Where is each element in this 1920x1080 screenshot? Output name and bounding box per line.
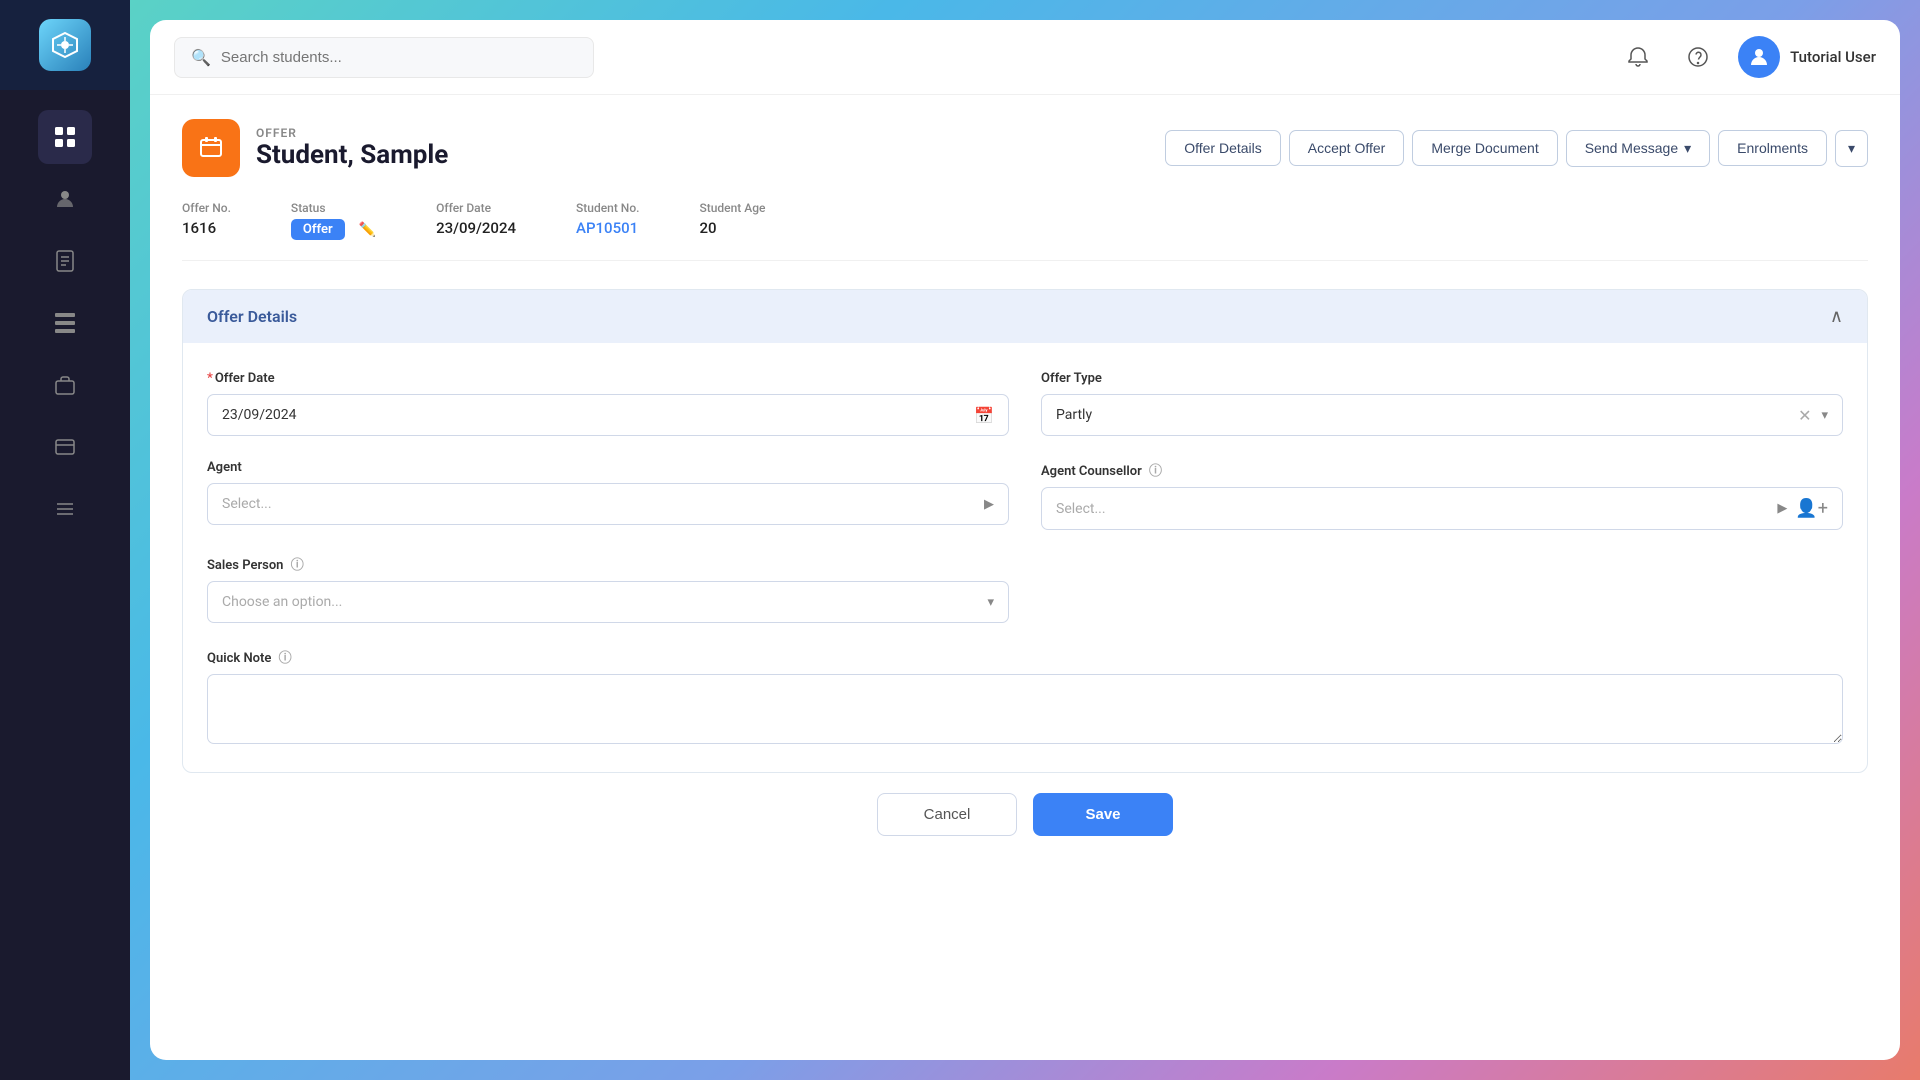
offer-date-value: 23/09/2024 [436, 219, 516, 237]
agent-counsellor-group: Agent Counsellor ⓘ Select... ▶ 👤+ [1041, 460, 1843, 530]
meta-offer-date: Offer Date 23/09/2024 [436, 201, 516, 240]
meta-status: Status Offer ✏️ [291, 201, 376, 240]
quick-note-info-icon[interactable]: ⓘ [279, 651, 292, 666]
agent-counsellor-add-icon[interactable]: 👤+ [1795, 498, 1828, 519]
offer-name: Student, Sample [256, 140, 448, 170]
meta-student-no: Student No. AP10501 [576, 201, 639, 240]
sales-person-field-label: Sales Person ⓘ [207, 554, 1009, 573]
help-button[interactable] [1678, 37, 1718, 77]
offer-meta: Offer No. 1616 Status Offer ✏️ Offer Dat… [182, 201, 1868, 261]
offer-actions: Offer Details Accept Offer Merge Documen… [1165, 130, 1868, 167]
section-body: *Offer Date 23/09/2024 📅 Offer Type Part… [183, 343, 1867, 772]
agent-counsellor-arrow-icon: ▶ [1777, 501, 1787, 516]
accept-offer-button[interactable]: Accept Offer [1289, 130, 1405, 166]
offer-no-value: 1616 [182, 219, 231, 237]
offer-header: OFFER Student, Sample Offer Details Acce… [182, 119, 1868, 177]
offer-date-field-label: *Offer Date [207, 371, 1009, 386]
agent-arrow-icon: ▶ [984, 497, 994, 512]
search-box[interactable]: 🔍 [174, 37, 594, 78]
edit-status-icon[interactable]: ✏️ [359, 222, 376, 238]
sidebar-item-reports[interactable] [38, 234, 92, 288]
avatar [1738, 36, 1780, 78]
offer-title-block: OFFER Student, Sample [182, 119, 448, 177]
offer-details-button[interactable]: Offer Details [1165, 130, 1281, 166]
offer-label: OFFER [256, 126, 448, 140]
main-wrapper: 🔍 Tutorial User [130, 0, 1920, 1080]
quick-note-field-label: Quick Note ⓘ [207, 647, 1843, 666]
more-actions-button[interactable]: ▾ [1835, 130, 1868, 167]
sales-person-group: Sales Person ⓘ Choose an option... ▾ [207, 554, 1009, 623]
sales-person-arrow-icon: ▾ [987, 595, 994, 610]
sidebar-item-grid[interactable] [38, 296, 92, 350]
cancel-button[interactable]: Cancel [877, 793, 1017, 836]
sidebar-item-briefcase[interactable] [38, 358, 92, 412]
student-age-label: Student Age [699, 201, 765, 215]
content-card: 🔍 Tutorial User [150, 20, 1900, 1060]
offer-title-text: OFFER Student, Sample [256, 126, 448, 170]
form-row-2: Agent Select... ▶ Agent Counsellor ⓘ [207, 460, 1843, 530]
enrolments-button[interactable]: Enrolments [1718, 130, 1827, 166]
agent-counsellor-info-icon[interactable]: ⓘ [1149, 464, 1162, 479]
sidebar-item-students[interactable] [38, 172, 92, 226]
form-row-3: Sales Person ⓘ Choose an option... ▾ [207, 554, 1843, 623]
sidebar-item-dashboard[interactable] [38, 110, 92, 164]
send-message-chevron-icon: ▾ [1684, 140, 1691, 157]
offer-type-field-label: Offer Type [1041, 371, 1843, 386]
calendar-icon[interactable]: 📅 [974, 406, 994, 425]
offer-date-input[interactable]: 23/09/2024 📅 [207, 394, 1009, 436]
save-button[interactable]: Save [1033, 793, 1173, 836]
offer-type-select[interactable]: Partly ✕ ▾ [1041, 394, 1843, 436]
search-icon: 🔍 [191, 48, 211, 67]
send-message-button[interactable]: Send Message ▾ [1566, 130, 1710, 167]
section-toggle-icon: ∧ [1830, 306, 1843, 327]
notifications-button[interactable] [1618, 37, 1658, 77]
agent-counsellor-select[interactable]: Select... ▶ 👤+ [1041, 487, 1843, 530]
user-name: Tutorial User [1790, 48, 1876, 66]
quick-note-textarea[interactable] [207, 674, 1843, 744]
form-row-1: *Offer Date 23/09/2024 📅 Offer Type Part… [207, 371, 1843, 436]
student-no-label: Student No. [576, 201, 639, 215]
offer-details-panel: Offer Details ∧ *Offer Date 23/09/2024 📅 [182, 289, 1868, 773]
page-content: OFFER Student, Sample Offer Details Acce… [150, 95, 1900, 1060]
quick-note-group: Quick Note ⓘ [207, 647, 1843, 744]
app-logo-icon[interactable] [39, 19, 91, 71]
meta-student-age: Student Age 20 [699, 201, 765, 240]
status-badge: Offer [291, 219, 345, 240]
meta-offer-no: Offer No. 1616 [182, 201, 231, 240]
sales-person-select[interactable]: Choose an option... ▾ [207, 581, 1009, 623]
sidebar-item-billing[interactable] [38, 420, 92, 474]
offer-icon [182, 119, 240, 177]
empty-group [1041, 554, 1843, 623]
sidebar-nav [0, 90, 130, 1080]
form-footer: Cancel Save [182, 773, 1868, 846]
sidebar-item-settings[interactable] [38, 482, 92, 536]
search-input[interactable] [221, 49, 577, 66]
agent-field-label: Agent [207, 460, 1009, 475]
section-title: Offer Details [207, 307, 297, 326]
form-row-4: Quick Note ⓘ [207, 647, 1843, 744]
user-info[interactable]: Tutorial User [1738, 36, 1876, 78]
status-label: Status [291, 201, 376, 215]
offer-type-clear-icon[interactable]: ✕ [1798, 406, 1811, 425]
top-bar: 🔍 Tutorial User [150, 20, 1900, 95]
sidebar-logo [0, 0, 130, 90]
offer-type-group: Offer Type Partly ✕ ▾ [1041, 371, 1843, 436]
agent-counsellor-field-label: Agent Counsellor ⓘ [1041, 460, 1843, 479]
offer-date-group: *Offer Date 23/09/2024 📅 [207, 371, 1009, 436]
offer-no-label: Offer No. [182, 201, 231, 215]
offer-type-arrow-icon: ▾ [1821, 408, 1828, 423]
student-no-value[interactable]: AP10501 [576, 219, 639, 237]
agent-group: Agent Select... ▶ [207, 460, 1009, 530]
sales-person-info-icon[interactable]: ⓘ [291, 558, 304, 573]
top-bar-actions: Tutorial User [1618, 36, 1876, 78]
sidebar [0, 0, 130, 1080]
agent-select[interactable]: Select... ▶ [207, 483, 1009, 525]
section-header[interactable]: Offer Details ∧ [183, 290, 1867, 343]
merge-document-button[interactable]: Merge Document [1412, 130, 1557, 166]
student-age-value: 20 [699, 219, 765, 237]
offer-date-label: Offer Date [436, 201, 516, 215]
